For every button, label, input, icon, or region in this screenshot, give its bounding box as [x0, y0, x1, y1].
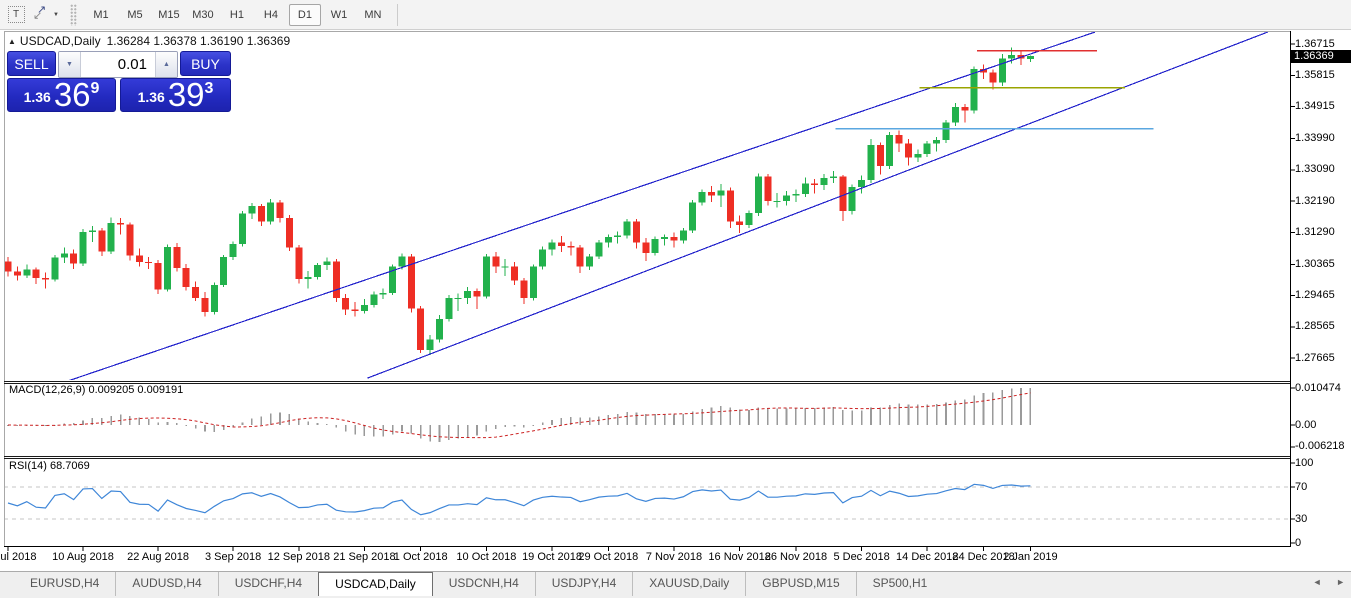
date-axis-label: 12 Sep 2018: [267, 551, 330, 563]
price-axis-label: 1.32190: [1295, 194, 1335, 207]
price-axis-label: 1.33090: [1295, 163, 1335, 176]
date-axis-label: 26 Nov 2018: [764, 551, 828, 563]
rsi-axis-label: 70: [1295, 480, 1308, 493]
date-axis-label: 7 Nov 2018: [645, 551, 703, 563]
price-axis-label: 1.34915: [1295, 100, 1335, 112]
volume-increase-button[interactable]: ▲: [155, 52, 177, 77]
date-axis-label: 21 Sep 2018: [333, 551, 396, 563]
timeframe-button-m5[interactable]: M5: [119, 4, 151, 26]
tab-gbpusd-m15[interactable]: GBPUSD,M15: [745, 572, 855, 596]
chart-title: ▲ USDCAD,Daily 1.36284 1.36378 1.36190 1.3…: [8, 34, 290, 48]
macd-axis-label: 0.00: [1295, 418, 1317, 431]
timeframe-button-m30[interactable]: M30: [187, 4, 219, 26]
date-axis-label: 31 Jul 2018: [0, 551, 37, 563]
chart-tab-bar: EURUSD,H4 AUDUSD,H4 USDCHF,H4 USDCAD,Daily U…: [0, 571, 1351, 598]
timeframe-button-mn[interactable]: MN: [357, 4, 389, 26]
buy-price-sup: 3: [204, 80, 214, 97]
tab-scroll-buttons: ◄ ►: [1301, 577, 1345, 587]
timeframe-button-h1[interactable]: H1: [221, 4, 253, 26]
date-axis-label: 19 Oct 2018: [522, 551, 582, 563]
arrows-tool-button[interactable]: ↗ ↙ ▼: [32, 3, 60, 27]
rsi-axis-label: 100: [1295, 456, 1314, 469]
buy-price-big: 39: [167, 75, 205, 113]
price-axis-label: 1.28565: [1295, 320, 1335, 333]
volume-value[interactable]: 0.01: [81, 52, 155, 77]
sell-price-display[interactable]: 1.36 36 9: [7, 75, 117, 113]
date-axis-label: 10 Oct 2018: [456, 551, 517, 563]
price-axis-label: 1.30365: [1295, 257, 1335, 270]
price-axis-label: 1.36715: [1295, 37, 1335, 50]
tab-scroll-left-icon[interactable]: ◄: [1313, 577, 1322, 587]
macd-axis-label: -0.006218: [1295, 440, 1345, 453]
timeframe-button-m15[interactable]: M15: [153, 4, 185, 26]
current-price-tag: 1.36369: [1291, 50, 1351, 63]
date-axis-label: 1 Oct 2018: [393, 551, 448, 563]
collapse-triangle-icon[interactable]: ▲: [8, 37, 16, 46]
price-axis-label: 1.35815: [1295, 68, 1335, 81]
tab-usdchf-h4[interactable]: USDCHF,H4: [217, 572, 318, 596]
date-axis-label: 5 Dec 2018: [833, 551, 890, 563]
date-axis-label: 3 Sep 2018: [204, 551, 262, 563]
chart-area: ▲ USDCAD,Daily 1.36284 1.36378 1.36190 1.3…: [0, 0, 1351, 597]
one-click-trading-panel: SELL ▼ 0.01 ▲ BUY 1.36 36 9 1.36 39 3: [7, 51, 231, 112]
chart-title-symbol: USDCAD,Daily: [19, 34, 101, 48]
date-axis-label: 16 Nov 2018: [708, 551, 771, 563]
toolbar-grip[interactable]: [69, 3, 77, 26]
tab-xauusd-daily[interactable]: XAUUSD,Daily: [632, 572, 745, 596]
sell-price-prefix: 1.36: [23, 89, 51, 105]
macd-label: MACD(12,26,9) 0.009205 0.009191: [9, 384, 184, 396]
rsi-axis-label: 30: [1295, 512, 1308, 525]
price-axis-label: 1.31290: [1295, 225, 1335, 238]
volume-decrease-button[interactable]: ▼: [59, 52, 81, 77]
timeframe-toolbar: M1 M5 M15 M30 H1 H4 D1 W1 MN: [85, 3, 391, 26]
price-axis-label: 1.33990: [1295, 132, 1335, 145]
rsi-axis-label: 0: [1295, 536, 1302, 549]
timeframe-button-h4[interactable]: H4: [255, 4, 287, 26]
date-axis-label: 14 Dec 2018: [896, 551, 959, 563]
price-axis-label: 1.27665: [1295, 351, 1335, 364]
arrows-icon: ↗ ↙: [33, 4, 47, 22]
date-axis-label: 22 Aug 2018: [127, 551, 189, 563]
macd-axis-label: 0.010474: [1295, 381, 1341, 394]
toolbar-separator: [396, 3, 398, 26]
tab-usdcad-daily[interactable]: USDCAD,Daily: [318, 572, 433, 596]
tab-usdjpy-h4[interactable]: USDJPY,H4: [534, 572, 632, 596]
timeframe-button-d1[interactable]: D1: [288, 3, 321, 26]
date-axis-label: 2 Jan 2019: [1003, 551, 1058, 563]
chart-tabs: EURUSD,H4 AUDUSD,H4 USDCHF,H4 USDCAD,Daily U…: [14, 572, 1351, 596]
text-tool-button[interactable]: T: [4, 3, 28, 27]
toolbar: T ↗ ↙ ▼ M1 M5 M15 M30 H1 H4 D1 W1 MN: [0, 0, 1351, 30]
tab-usdcnh-h4[interactable]: USDCNH,H4: [433, 572, 535, 596]
tab-eurusd-h4[interactable]: EURUSD,H4: [14, 572, 115, 596]
chart-title-ohlc: 1.36284 1.36378 1.36190 1.36369: [106, 34, 291, 48]
tab-audusd-h4[interactable]: AUDUSD,H4: [115, 572, 217, 596]
sell-price-sup: 9: [90, 80, 100, 97]
text-tool-icon: T: [7, 6, 25, 23]
sell-price-big: 36: [53, 75, 91, 113]
timeframe-button-w1[interactable]: W1: [323, 4, 355, 26]
buy-price-display[interactable]: 1.36 39 3: [120, 78, 231, 112]
spinner-up-icon: ▲: [163, 61, 170, 68]
volume-spinner: ▼ 0.01 ▲: [58, 51, 178, 78]
buy-price-prefix: 1.36: [137, 89, 165, 105]
mt4-window: T ↗ ↙ ▼ M1 M5 M15 M30 H1 H4 D1 W1 MN ▲ USDCAD,Dai…: [0, 0, 1351, 598]
buy-button[interactable]: BUY: [180, 51, 231, 76]
date-axis-label: 29 Oct 2018: [578, 551, 639, 563]
dropdown-caret-icon[interactable]: ▼: [53, 12, 59, 18]
date-axis-label: 10 Aug 2018: [52, 551, 114, 563]
tab-sp500-h1[interactable]: SP500,H1: [855, 572, 944, 596]
price-axis-label: 1.29465: [1295, 289, 1335, 302]
rsi-label: RSI(14) 68.7069: [9, 460, 90, 472]
spinner-down-icon: ▼: [66, 61, 73, 68]
tab-scroll-right-icon[interactable]: ►: [1336, 577, 1345, 587]
timeframe-button-m1[interactable]: M1: [85, 4, 117, 26]
sell-button[interactable]: SELL: [7, 51, 56, 76]
